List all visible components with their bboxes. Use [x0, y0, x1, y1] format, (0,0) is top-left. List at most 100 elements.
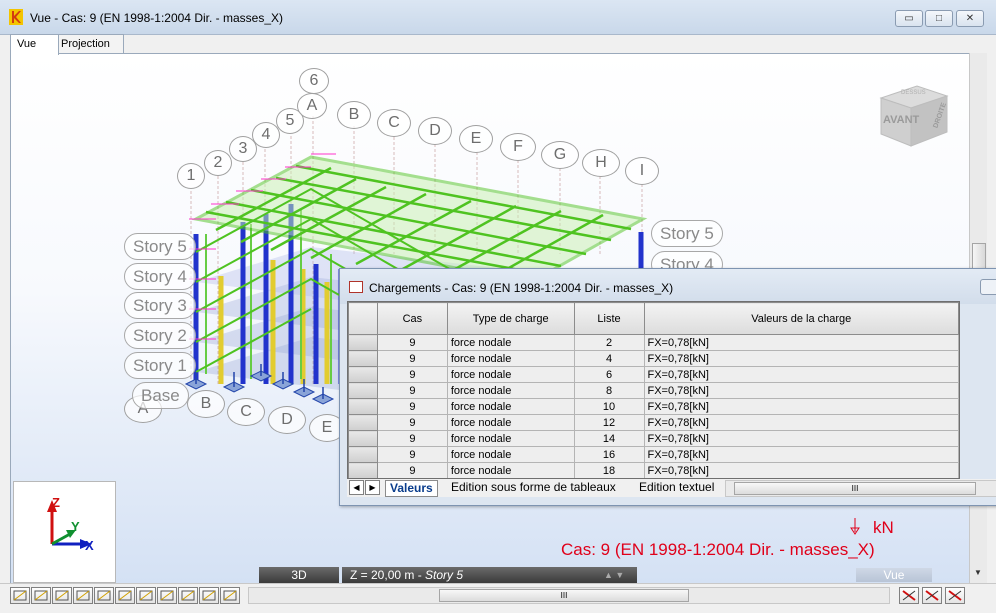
table-row[interactable]: 9 force nodale 8 FX=0,78[kN] [348, 382, 959, 399]
row-header[interactable] [348, 382, 378, 399]
cell-liste[interactable]: 10 [573, 398, 645, 415]
minimize-button[interactable]: ▭ [895, 10, 923, 27]
sheet-tab-valeurs[interactable]: Valeurs [385, 480, 438, 497]
row-header[interactable] [348, 430, 378, 447]
cell-cas[interactable]: 9 [376, 382, 448, 399]
cell-valeur[interactable]: FX=0,78[kN] [643, 366, 959, 383]
tab-vue[interactable]: Vue [10, 34, 59, 55]
row-header[interactable] [348, 334, 378, 351]
row-header[interactable] [348, 366, 378, 383]
view-icon[interactable] [945, 587, 965, 604]
cell-liste[interactable]: 16 [573, 446, 645, 463]
grid-label-number: 6 [299, 68, 329, 94]
column-header-type[interactable]: Type de charge [446, 302, 575, 335]
grid-label-letter: H [582, 149, 620, 177]
loads-window[interactable]: Chargements - Cas: 9 (EN 1998-1:2004 Dir… [339, 268, 996, 506]
cell-valeur[interactable]: FX=0,78[kN] [643, 398, 959, 415]
column-header-valeurs[interactable]: Valeurs de la charge [643, 302, 959, 335]
table-icon[interactable] [199, 587, 219, 604]
cell-liste[interactable]: 2 [573, 334, 645, 351]
loads-window-titlebar[interactable]: Chargements - Cas: 9 (EN 1998-1:2004 Dir… [340, 269, 996, 304]
node-icon[interactable] [10, 587, 30, 604]
z-level-selector[interactable]: Z = 20,00 m - Story 5 ▲ ▼ [342, 567, 637, 583]
label-icon[interactable] [178, 587, 198, 604]
cell-valeur[interactable]: FX=0,78[kN] [643, 334, 959, 351]
cell-liste[interactable]: 14 [573, 430, 645, 447]
cell-valeur[interactable]: FX=0,78[kN] [643, 414, 959, 431]
panel-icon[interactable] [136, 587, 156, 604]
sheet-prev-icon[interactable]: ◀ [349, 480, 364, 495]
cell-type[interactable]: force nodale [446, 334, 575, 351]
view-cube-front: AVANT [883, 114, 920, 126]
cell-type[interactable]: force nodale [446, 446, 575, 463]
row-header[interactable] [348, 350, 378, 367]
table-row[interactable]: 9 force nodale 10 FX=0,78[kN] [348, 398, 959, 415]
sheet-tab-textuel[interactable]: Edition textuel [635, 480, 718, 495]
delete-icon[interactable] [899, 587, 919, 604]
cell-type[interactable]: force nodale [446, 398, 575, 415]
copy-icon[interactable] [220, 587, 240, 604]
cell-type[interactable]: force nodale [446, 350, 575, 367]
load-icon[interactable] [94, 587, 114, 604]
sheet-scroll-thumb[interactable]: III [734, 482, 976, 495]
cell-cas[interactable]: 9 [376, 350, 448, 367]
column-header-cas[interactable]: Cas [376, 302, 448, 335]
cell-cas[interactable]: 9 [376, 398, 448, 415]
cell-valeur[interactable]: FX=0,78[kN] [643, 462, 959, 478]
grid-number-icon[interactable] [52, 587, 72, 604]
sheet-next-icon[interactable]: ▶ [365, 480, 380, 495]
cell-cas[interactable]: 9 [376, 334, 448, 351]
table-row[interactable]: 9 force nodale 6 FX=0,78[kN] [348, 366, 959, 383]
slab-icon[interactable] [157, 587, 177, 604]
sheet-hscrollbar[interactable]: III [725, 480, 996, 497]
table-row[interactable]: 9 force nodale 4 FX=0,78[kN] [348, 350, 959, 367]
cell-liste[interactable]: 4 [573, 350, 645, 367]
tab-projection[interactable]: Projection [54, 34, 124, 54]
cell-type[interactable]: force nodale [446, 382, 575, 399]
table-row[interactable]: 9 force nodale 18 FX=0,78[kN] [348, 462, 959, 478]
mode-3d-button[interactable]: 3D [259, 567, 339, 583]
loads-table[interactable]: Cas Type de charge Liste Valeurs de la c… [347, 301, 960, 479]
close-button[interactable]: ✕ [956, 10, 984, 27]
loads-window-minimize-button[interactable] [980, 279, 996, 295]
cell-type[interactable]: force nodale [446, 430, 575, 447]
cell-type[interactable]: force nodale [446, 366, 575, 383]
cell-valeur[interactable]: FX=0,78[kN] [643, 350, 959, 367]
row-header[interactable] [348, 446, 378, 463]
cell-liste[interactable]: 18 [573, 462, 645, 478]
scroll-down-icon[interactable]: ▼ [974, 568, 982, 577]
cell-type[interactable]: force nodale [446, 414, 575, 431]
measure-icon[interactable] [922, 587, 942, 604]
support-icon[interactable] [73, 587, 93, 604]
view-cube[interactable]: AVANT DROITE DESSUS [877, 78, 951, 152]
bar-icon[interactable] [31, 587, 51, 604]
cell-liste[interactable]: 6 [573, 366, 645, 383]
table-row[interactable]: 9 force nodale 14 FX=0,78[kN] [348, 430, 959, 447]
table-row[interactable]: 9 force nodale 2 FX=0,78[kN] [348, 334, 959, 351]
row-header[interactable] [348, 398, 378, 415]
column-header-liste[interactable]: Liste [573, 302, 645, 335]
cell-type[interactable]: force nodale [446, 462, 575, 478]
table-row[interactable]: 9 force nodale 12 FX=0,78[kN] [348, 414, 959, 431]
cell-cas[interactable]: 9 [376, 446, 448, 463]
grid-label-letter: I [625, 157, 659, 185]
sheet-tab-tableaux[interactable]: Edition sous forme de tableaux [447, 480, 620, 495]
cell-cas[interactable]: 9 [376, 414, 448, 431]
cell-cas[interactable]: 9 [376, 430, 448, 447]
cell-valeur[interactable]: FX=0,78[kN] [643, 446, 959, 463]
view-pill[interactable]: Vue [856, 568, 932, 582]
member-icon[interactable] [115, 587, 135, 604]
cell-valeur[interactable]: FX=0,78[kN] [643, 430, 959, 447]
cell-valeur[interactable]: FX=0,78[kN] [643, 382, 959, 399]
row-header[interactable] [348, 414, 378, 431]
cell-liste[interactable]: 12 [573, 414, 645, 431]
row-header[interactable] [348, 462, 378, 478]
cell-liste[interactable]: 8 [573, 382, 645, 399]
cell-cas[interactable]: 9 [376, 366, 448, 383]
maximize-button[interactable]: □ [925, 10, 953, 27]
level-up-down-icon[interactable]: ▲ ▼ [604, 567, 624, 583]
cell-cas[interactable]: 9 [376, 462, 448, 478]
hscroll-thumb[interactable]: III [439, 589, 689, 602]
horizontal-scrollbar[interactable]: III [248, 587, 890, 604]
table-row[interactable]: 9 force nodale 16 FX=0,78[kN] [348, 446, 959, 463]
